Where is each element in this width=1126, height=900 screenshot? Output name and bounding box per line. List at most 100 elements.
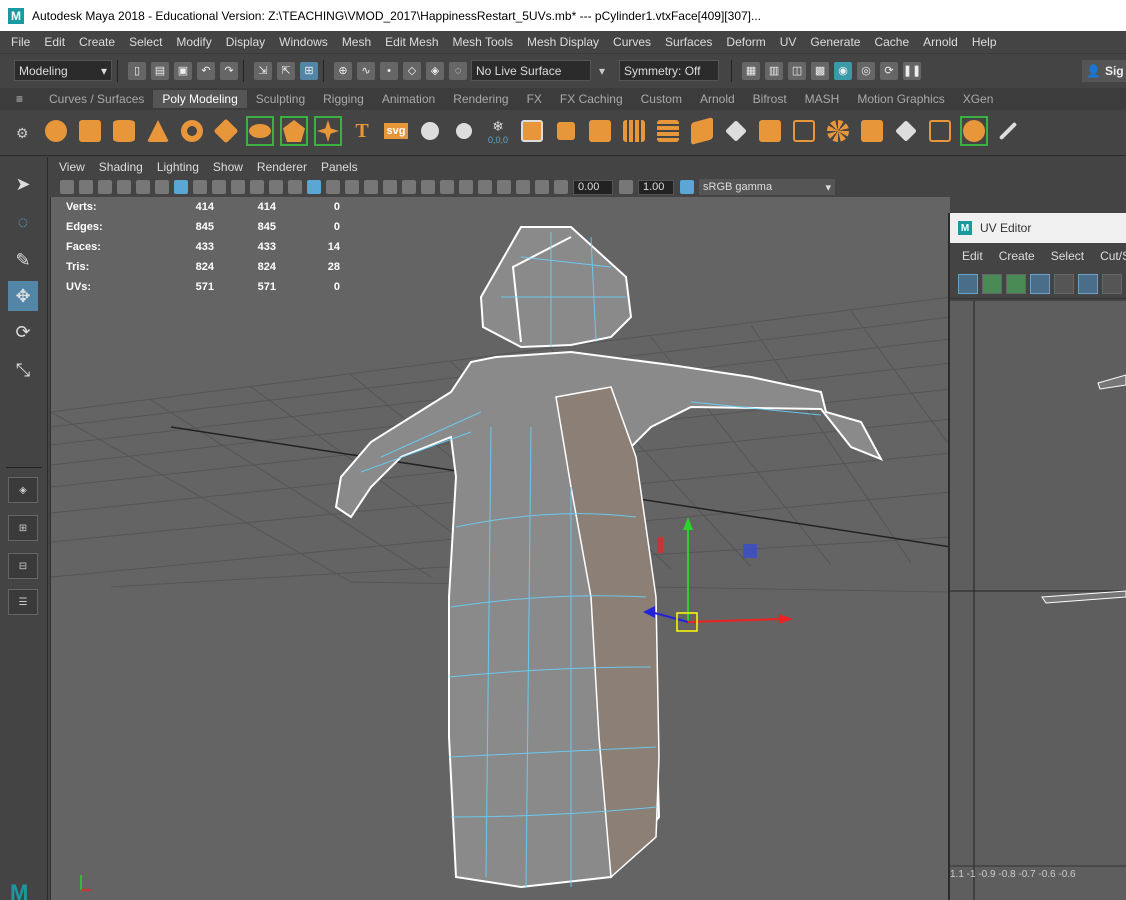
super-shape-icon[interactable]: [314, 116, 342, 146]
bool-icon[interactable]: [688, 116, 716, 146]
bridge-icon[interactable]: [620, 116, 648, 146]
symmetry-dropdown[interactable]: Symmetry: Off: [619, 60, 720, 81]
field-chart-icon[interactable]: [231, 180, 245, 194]
panel-menu-panels[interactable]: Panels: [314, 160, 365, 174]
grid-toggle-icon[interactable]: [155, 180, 169, 194]
shelf-menu-icon[interactable]: ≡: [16, 92, 30, 106]
ipr-render-icon[interactable]: ◫: [788, 61, 807, 80]
new-scene-icon[interactable]: ▯: [128, 61, 146, 80]
uv-select-frontfacing-icon[interactable]: [1006, 273, 1026, 294]
twod-pan-icon[interactable]: [117, 180, 131, 194]
camera-attributes-icon[interactable]: [60, 180, 74, 194]
wireframe-on-shaded-icon[interactable]: [326, 180, 340, 194]
menu-mesh-display[interactable]: Mesh Display: [520, 35, 606, 49]
textured-icon[interactable]: [345, 180, 359, 194]
gamma-icon[interactable]: [619, 180, 633, 194]
extrude-icon[interactable]: [586, 116, 614, 146]
tab-sculpting[interactable]: Sculpting: [246, 90, 315, 108]
sign-in-button[interactable]: 👤 Sig: [1082, 60, 1126, 82]
arnold-render-icon[interactable]: ◎: [857, 61, 876, 80]
uv-select-backfacing-icon[interactable]: [982, 273, 1002, 294]
open-scene-icon[interactable]: ▤: [151, 61, 169, 80]
safe-action-icon[interactable]: [250, 180, 264, 194]
exposure-icon[interactable]: [554, 180, 568, 194]
uv-display-image-icon[interactable]: [1054, 273, 1074, 294]
outliner-layout-icon[interactable]: ☰: [8, 589, 38, 615]
poly-cube-icon[interactable]: [76, 116, 104, 146]
tab-animation[interactable]: Animation: [372, 90, 445, 108]
poly-cone-icon[interactable]: [144, 116, 172, 146]
tab-fx[interactable]: FX: [517, 90, 551, 108]
menu-modify[interactable]: Modify: [169, 35, 218, 49]
menu-select[interactable]: Select: [122, 35, 169, 49]
snowflake-icon[interactable]: ❄ 0,0,0: [484, 116, 512, 146]
menu-uv[interactable]: UV: [773, 35, 804, 49]
tab-rigging[interactable]: Rigging: [314, 90, 373, 108]
shadows-icon[interactable]: [383, 180, 397, 194]
smooth-icon[interactable]: [824, 116, 852, 146]
uv-canvas[interactable]: 1.1 -1 -0.9 -0.8 -0.7 -0.6 -0.6: [950, 301, 1126, 900]
menu-surfaces[interactable]: Surfaces: [658, 35, 719, 49]
screen-space-ao-icon[interactable]: [402, 180, 416, 194]
sculpt-brush-icon[interactable]: [994, 116, 1022, 146]
menu-curves[interactable]: Curves: [606, 35, 658, 49]
type-tool-icon[interactable]: T: [348, 116, 376, 146]
mirror-icon[interactable]: [858, 116, 886, 146]
tab-fx-caching[interactable]: FX Caching: [550, 90, 632, 108]
isolate-select-icon[interactable]: [478, 180, 492, 194]
uv-layout-icon[interactable]: [960, 116, 988, 146]
snap-view-icon[interactable]: ◇: [403, 61, 421, 80]
select-tool-icon[interactable]: ➤: [8, 169, 38, 199]
gamma-field[interactable]: 1.00: [638, 179, 674, 195]
scale-tool-icon[interactable]: ⤡: [8, 355, 38, 385]
save-scene-icon[interactable]: ▣: [174, 61, 192, 80]
undo-icon[interactable]: ↶: [197, 61, 215, 80]
tab-mash[interactable]: MASH: [795, 90, 849, 108]
redo-icon[interactable]: ↷: [220, 61, 238, 80]
use-lights-icon[interactable]: [364, 180, 378, 194]
lasso-tool-icon[interactable]: ◌: [8, 207, 38, 237]
motion-blur-icon[interactable]: [421, 180, 435, 194]
gate-mask-icon[interactable]: [212, 180, 226, 194]
depth-of-field-icon[interactable]: [459, 180, 473, 194]
tab-arnold[interactable]: Arnold: [690, 90, 744, 108]
exposure-field[interactable]: 0.00: [573, 179, 613, 195]
xray-components-icon[interactable]: [535, 180, 549, 194]
snap-surface-icon[interactable]: ◈: [426, 61, 444, 80]
color-space-dropdown[interactable]: sRGB gamma ▾: [699, 179, 835, 195]
safe-title-icon[interactable]: [269, 180, 283, 194]
menu-cache[interactable]: Cache: [867, 35, 916, 49]
menu-generate[interactable]: Generate: [803, 35, 867, 49]
fill-hole-icon[interactable]: [722, 116, 750, 146]
menu-mesh-tools[interactable]: Mesh Tools: [446, 35, 520, 49]
move-tool-icon[interactable]: ✥: [8, 281, 38, 311]
reduce-icon[interactable]: [892, 116, 920, 146]
snap-grid-icon[interactable]: ⊕: [334, 61, 352, 80]
tab-bifrost[interactable]: Bifrost: [743, 90, 796, 108]
uv-checker-icon[interactable]: [1078, 273, 1098, 294]
poly-disc-icon[interactable]: [246, 116, 274, 146]
menu-deform[interactable]: Deform: [719, 35, 772, 49]
poly-plane-icon[interactable]: [212, 116, 240, 146]
uv-editor-titlebar[interactable]: M UV Editor: [950, 213, 1126, 243]
chevron-down-icon[interactable]: ▾: [599, 64, 605, 78]
poly-torus-icon[interactable]: [178, 116, 206, 146]
panel-menu-show[interactable]: Show: [206, 160, 250, 174]
measure-tool-icon[interactable]: [450, 116, 478, 146]
append-icon[interactable]: [756, 116, 784, 146]
smooth-shade-icon[interactable]: [307, 180, 321, 194]
uv-menu-cut-sew[interactable]: Cut/Sew: [1092, 249, 1126, 263]
snap-point-icon[interactable]: •: [380, 61, 398, 80]
menu-file[interactable]: File: [4, 35, 37, 49]
tab-poly-modeling[interactable]: Poly Modeling: [153, 90, 247, 108]
wireframe-icon[interactable]: [288, 180, 302, 194]
svg-tool-icon[interactable]: svg: [382, 116, 410, 146]
panel-menu-renderer[interactable]: Renderer: [250, 160, 314, 174]
panel-menu-shading[interactable]: Shading: [92, 160, 150, 174]
select-object-icon[interactable]: ⇱: [277, 61, 295, 80]
arnold-ipr-icon[interactable]: ⟳: [880, 61, 899, 80]
menu-windows[interactable]: Windows: [272, 35, 335, 49]
poly-platonic-icon[interactable]: [280, 116, 308, 146]
bevel-icon[interactable]: [654, 116, 682, 146]
hypershade-icon[interactable]: ◉: [834, 61, 853, 80]
